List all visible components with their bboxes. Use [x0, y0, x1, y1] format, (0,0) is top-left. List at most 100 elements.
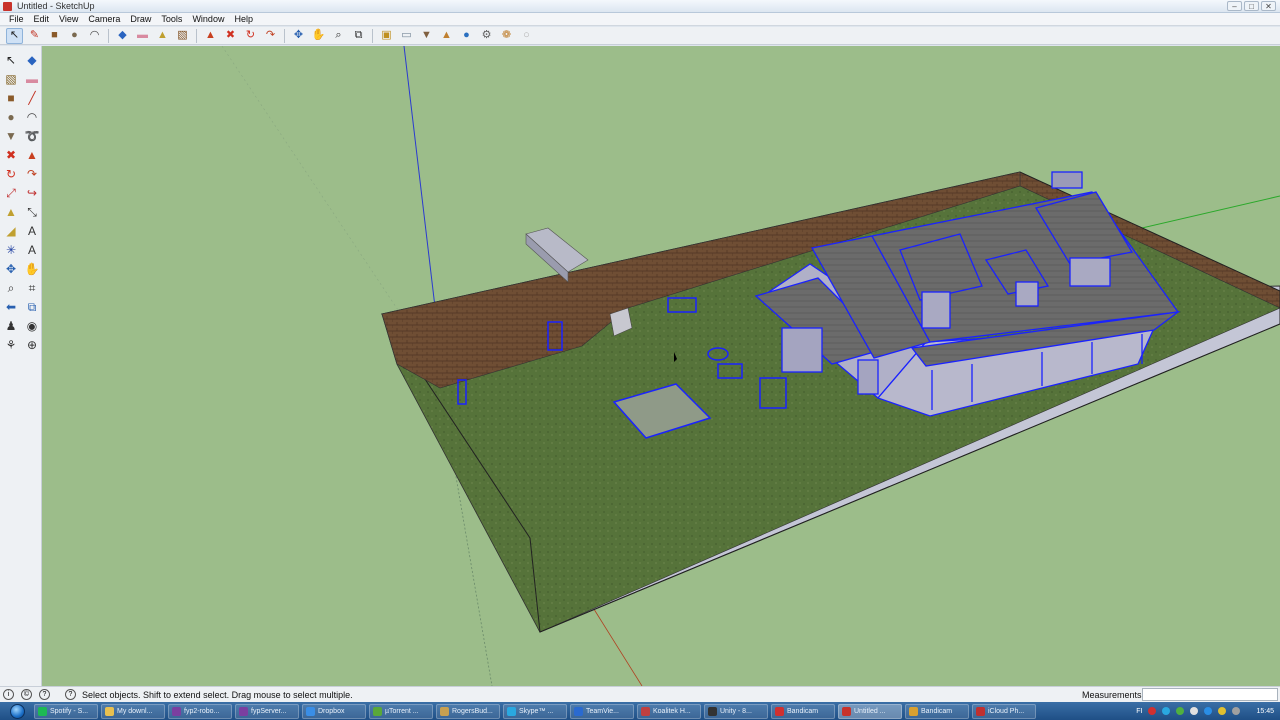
walk-tool-button[interactable]: ⚘ [1, 335, 21, 354]
tray-icon[interactable] [1190, 707, 1199, 715]
taskbar-item[interactable]: Dropbox [302, 703, 366, 719]
arc-tool-button[interactable]: ◠ [22, 107, 42, 126]
arc-tool-button[interactable]: ◠ [86, 28, 103, 44]
menu-tools[interactable]: Tools [156, 14, 187, 24]
rotate-tool-button[interactable]: ↻ [242, 28, 259, 44]
follow-me-tool-button[interactable]: ↷ [22, 164, 42, 183]
orbit-tool-button[interactable]: ✥ [1, 259, 21, 278]
pan-tool-button[interactable]: ✋ [310, 28, 327, 44]
rectangle-tool-button[interactable]: ■ [1, 88, 21, 107]
taskbar-item[interactable]: fypServer... [235, 703, 299, 719]
3d-text-tool-button[interactable]: A [22, 240, 42, 259]
menu-window[interactable]: Window [187, 14, 229, 24]
language-indicator[interactable]: FI [1136, 708, 1142, 715]
maximize-button[interactable]: □ [1244, 1, 1259, 11]
share-model-tool-button[interactable]: ▲ [438, 28, 455, 44]
tray-icon[interactable] [1232, 707, 1241, 715]
tray-icon[interactable] [1162, 707, 1171, 715]
orbit-tool-button[interactable]: ✥ [290, 28, 307, 44]
pan-tool-button[interactable]: ✋ [22, 259, 42, 278]
taskbar-item[interactable]: Skype™ ... [503, 703, 567, 719]
tape-measure-tool-button[interactable]: ▲ [1, 202, 21, 221]
taskbar-item[interactable]: iCloud Ph... [972, 703, 1036, 719]
polygon-tool-button[interactable]: ▼ [1, 126, 21, 145]
taskbar-item[interactable]: Bandicam [905, 703, 969, 719]
tray-icon[interactable] [1218, 707, 1227, 715]
position-camera-tool-button[interactable]: ♟ [1, 316, 21, 335]
zoom-tool-button[interactable]: ⌕ [330, 28, 347, 44]
instructor-help-icon[interactable]: ? [65, 689, 76, 700]
line-tool-button[interactable]: ╱ [22, 88, 42, 107]
walled-garden-model[interactable] [381, 171, 1280, 633]
zoom-tool-button[interactable]: ⌕ [1, 278, 21, 297]
menu-help[interactable]: Help [229, 14, 258, 24]
taskbar-item[interactable]: TeamVie... [570, 703, 634, 719]
model-viewport[interactable] [42, 46, 1280, 686]
pencil-tool-button[interactable]: ✎ [26, 28, 43, 44]
rotate-tool-button[interactable]: ↻ [1, 164, 21, 183]
menu-edit[interactable]: Edit [29, 14, 55, 24]
taskbar-item[interactable]: fyp2-robo... [168, 703, 232, 719]
geo-location-icon[interactable]: i [3, 689, 14, 700]
tape-measure-tool-button[interactable]: ▲ [154, 28, 171, 44]
taskbar-item[interactable]: Unity - 8... [704, 703, 768, 719]
rectangle-tool-button[interactable]: ■ [46, 28, 63, 44]
minimize-button[interactable]: – [1227, 1, 1242, 11]
menu-view[interactable]: View [54, 14, 83, 24]
get-models-tool-button[interactable]: ▼ [418, 28, 435, 44]
select-tool-button[interactable]: ↖ [1, 50, 21, 69]
push-pull-tool-button[interactable]: ▲ [202, 28, 219, 44]
paint-bucket-tool-button[interactable]: ▧ [1, 69, 21, 88]
move-tool-button[interactable]: ✖ [1, 145, 21, 164]
section-plane-tool-button[interactable]: ⊕ [22, 335, 42, 354]
text-tool-button[interactable]: A [22, 221, 42, 240]
push-pull-tool-button[interactable]: ▲ [22, 145, 42, 164]
offset-tool-button[interactable]: ↪ [22, 183, 42, 202]
select-tool-button[interactable]: ↖ [6, 27, 23, 44]
previous-view-tool-button[interactable]: ⬅ [1, 297, 21, 316]
close-button[interactable]: ✕ [1261, 1, 1276, 11]
scale-tool-button[interactable]: ⤢ [1, 183, 21, 202]
clock[interactable]: 15:45 [1256, 708, 1274, 715]
make-component-tool-button[interactable]: ◆ [114, 28, 131, 44]
look-around-tool-button[interactable]: ◉ [22, 316, 42, 335]
tray-icon[interactable] [1204, 707, 1213, 715]
freehand-tool-button[interactable]: ➰ [22, 126, 42, 145]
eraser-tool-button[interactable]: ▬ [22, 69, 42, 88]
dimension-tool-button[interactable]: ⤡ [22, 202, 42, 221]
taskbar-item[interactable]: RogersBud... [436, 703, 500, 719]
make-component-tool-button[interactable]: ◆ [22, 50, 42, 69]
taskbar-item[interactable]: Bandicam [771, 703, 835, 719]
user-icon[interactable]: ? [39, 689, 50, 700]
taskbar-item[interactable]: Untitled ... [838, 703, 902, 719]
paint-bucket-tool-button[interactable]: ▧ [174, 28, 191, 44]
circle-tool-button[interactable]: ● [1, 107, 21, 126]
zoom-extents-tool-button[interactable]: ⧉ [22, 297, 42, 316]
taskbar-item[interactable]: Spotify - S... [34, 703, 98, 719]
circle-tool-button[interactable]: ● [66, 28, 83, 44]
add-location-tool-button[interactable]: ▣ [378, 28, 395, 44]
taskbar-item[interactable]: Koalitek H... [637, 703, 701, 719]
photo-textures-tool-button[interactable]: ❁ [498, 28, 515, 44]
menu-file[interactable]: File [4, 14, 29, 24]
menu-camera[interactable]: Camera [83, 14, 125, 24]
zoom-extents-tool-button[interactable]: ⧉ [350, 28, 367, 44]
protractor-tool-button[interactable]: ◢ [1, 221, 21, 240]
measurements-input[interactable] [1142, 688, 1278, 701]
preview-in-earth-tool-button[interactable]: ○ [518, 28, 535, 44]
toggle-terrain-tool-button[interactable]: ▭ [398, 28, 415, 44]
taskbar-item[interactable]: My downl... [101, 703, 165, 719]
taskbar-item[interactable]: µTorrent ... [369, 703, 433, 719]
zoom-window-tool-button[interactable]: ⌗ [22, 278, 42, 297]
eraser-tool-button[interactable]: ▬ [134, 28, 151, 44]
menu-draw[interactable]: Draw [125, 14, 156, 24]
extension-warehouse-tool-button[interactable]: ⚙ [478, 28, 495, 44]
axes-tool-button[interactable]: ✳ [1, 240, 21, 259]
tray-icon[interactable] [1148, 707, 1157, 715]
follow-me-tool-button[interactable]: ↷ [262, 28, 279, 44]
credits-icon[interactable]: © [21, 689, 32, 700]
tray-icon[interactable] [1176, 707, 1185, 715]
move-tool-button[interactable]: ✖ [222, 28, 239, 44]
start-button[interactable] [0, 702, 34, 720]
earth-tool-button[interactable]: ● [458, 28, 475, 44]
